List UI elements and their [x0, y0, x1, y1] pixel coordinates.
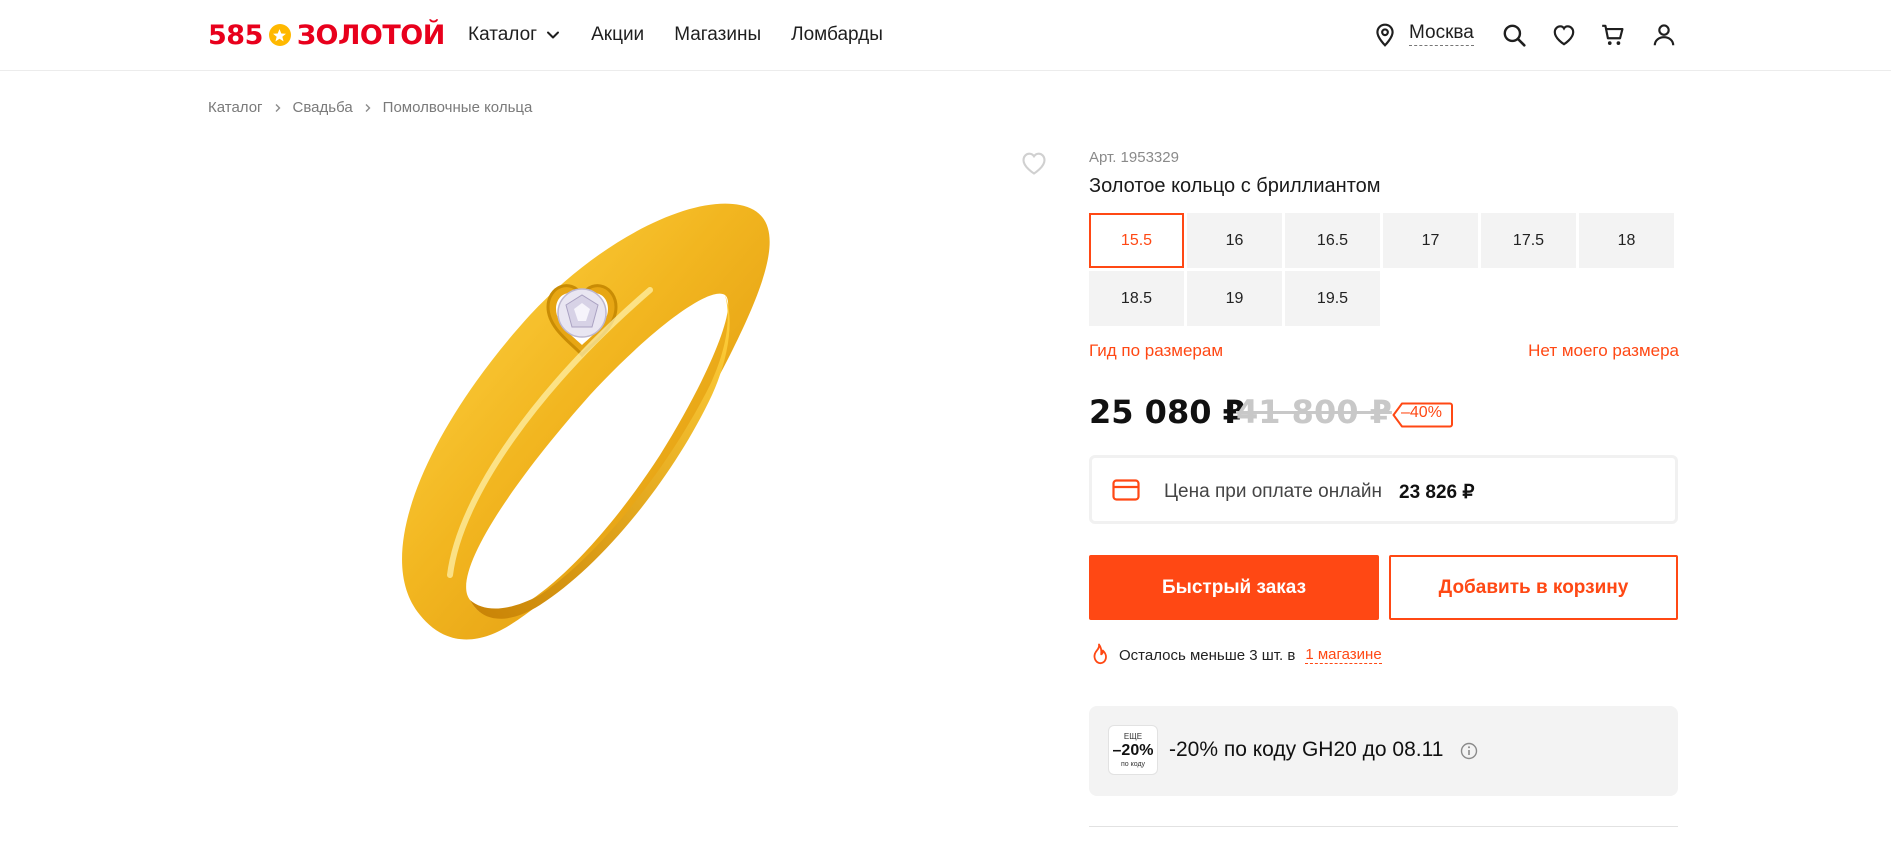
promo-badge: ЕЩЕ –20% по коду	[1108, 725, 1158, 775]
promo-text: -20% по коду GH20 до 08.11	[1169, 738, 1444, 761]
site-header: 585 ЗОЛОТОЙ Каталог Акции Магазины Ломба…	[0, 0, 1891, 71]
promo-badge-bottom: по коду	[1120, 760, 1146, 768]
size-option[interactable]: 19	[1187, 271, 1282, 326]
logo-text: ЗОЛОТОЙ	[296, 19, 445, 51]
search-icon[interactable]	[1501, 22, 1527, 48]
old-price: 41 800 ₽	[1236, 393, 1392, 431]
nav-pawnshops[interactable]: Ломбарды	[791, 20, 883, 50]
no-size-link[interactable]: Нет моего размера	[1528, 341, 1679, 361]
stock-text: Осталось меньше 3 шт. в	[1119, 646, 1296, 664]
product-image[interactable]	[390, 195, 870, 665]
promo-badge-value: –20%	[1112, 741, 1154, 759]
breadcrumb-item[interactable]: Помолвочные кольца	[383, 99, 533, 116]
nav-promotions-label: Акции	[591, 24, 645, 45]
chevron-down-icon	[547, 31, 560, 39]
nav-catalog-label: Каталог	[468, 24, 538, 45]
size-option[interactable]: 18	[1579, 213, 1674, 268]
size-option[interactable]: 16.5	[1285, 213, 1380, 268]
breadcrumb: Каталог Свадьба Помолвочные кольца	[208, 99, 532, 116]
size-option[interactable]: 18.5	[1089, 271, 1184, 326]
main-nav: Каталог Акции Магазины Ломбарды	[468, 20, 883, 50]
current-price: 25 080 ₽	[1089, 393, 1245, 431]
info-icon[interactable]	[1460, 742, 1478, 760]
user-icon[interactable]	[1651, 22, 1677, 48]
chevron-right-icon	[365, 103, 371, 112]
breadcrumb-item[interactable]: Каталог	[208, 99, 263, 116]
logo-number: 585	[208, 19, 263, 51]
add-to-cart-button[interactable]: Добавить в корзину	[1389, 555, 1678, 620]
heart-icon[interactable]	[1551, 22, 1577, 48]
cart-icon[interactable]	[1600, 22, 1626, 48]
size-option[interactable]: 15.5	[1089, 213, 1184, 268]
nav-promotions[interactable]: Акции	[591, 20, 644, 50]
city-selector[interactable]: Москва	[1409, 21, 1474, 46]
online-price-value: 23 826 ₽	[1399, 482, 1475, 503]
discount-label: –40%	[1401, 404, 1442, 421]
stock-info: Осталось меньше 3 шт. в 1 магазине	[1089, 643, 1382, 667]
chevron-right-icon	[275, 103, 281, 112]
fire-icon	[1093, 643, 1107, 665]
online-price-label: Цена при оплате онлайн	[1164, 481, 1382, 502]
size-option[interactable]: 17	[1383, 213, 1478, 268]
online-price-box: Цена при оплате онлайн 23 826 ₽	[1089, 455, 1678, 524]
product-article: Арт. 1953329	[1089, 149, 1179, 166]
card-icon	[1112, 479, 1140, 501]
size-selector: 15.5 16 16.5 17 17.5 18 18.5 19 19.5	[1089, 213, 1675, 326]
section-divider	[1089, 826, 1678, 827]
product-title: Золотое кольцо с бриллиантом	[1089, 175, 1381, 197]
heart-icon[interactable]	[1020, 150, 1048, 176]
nav-catalog[interactable]: Каталог	[468, 20, 561, 50]
size-option[interactable]: 16	[1187, 213, 1282, 268]
stock-store-link[interactable]: 1 магазине	[1305, 646, 1382, 664]
size-option[interactable]: 17.5	[1481, 213, 1576, 268]
logo-star-icon	[268, 24, 291, 46]
promo-banner: ЕЩЕ –20% по коду -20% по коду GH20 до 08…	[1089, 706, 1678, 796]
quick-order-button[interactable]: Быстрый заказ	[1089, 555, 1379, 620]
logo[interactable]: 585 ЗОЛОТОЙ	[208, 17, 445, 53]
promo-badge-top: ЕЩЕ	[1123, 731, 1143, 741]
nav-stores-label: Магазины	[674, 24, 762, 45]
size-option[interactable]: 19.5	[1285, 271, 1380, 326]
nav-stores[interactable]: Магазины	[674, 20, 761, 50]
size-guide-link[interactable]: Гид по размерам	[1089, 341, 1223, 361]
location-pin-icon[interactable]	[1372, 22, 1398, 48]
nav-pawnshops-label: Ломбарды	[791, 24, 883, 45]
breadcrumb-item[interactable]: Свадьба	[293, 99, 353, 116]
